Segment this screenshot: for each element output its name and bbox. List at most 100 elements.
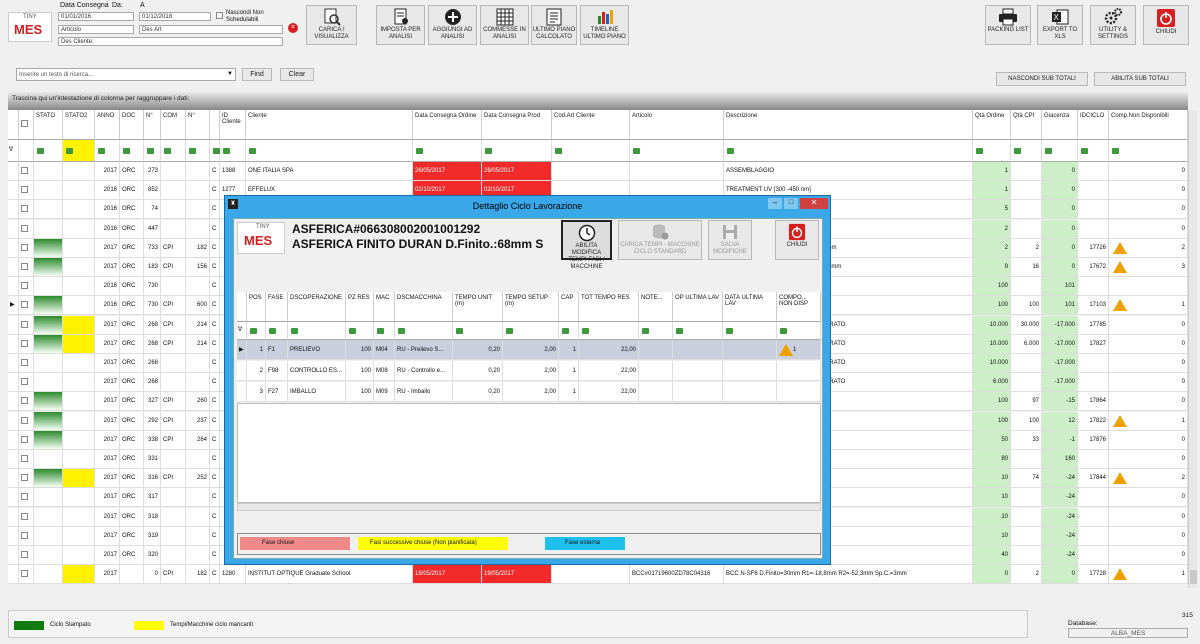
table-cell[interactable]: 2017	[95, 450, 120, 469]
cycle-cell[interactable]	[639, 361, 673, 381]
table-cell[interactable]	[34, 200, 63, 220]
table-cell[interactable]: 0	[1109, 392, 1188, 412]
table-cell[interactable]: 1	[973, 181, 1011, 201]
table-cell[interactable]	[63, 238, 95, 258]
table-cell[interactable]: ORC	[120, 296, 144, 316]
cycle-cell[interactable]: M09	[374, 382, 395, 402]
cycle-cell[interactable]: IMBALLO	[288, 382, 346, 402]
table-cell[interactable]: 26/05/2017	[482, 162, 552, 181]
table-cell[interactable]	[1078, 162, 1109, 181]
table-cell[interactable]	[8, 430, 19, 450]
table-cell[interactable]: C	[210, 277, 220, 297]
table-cell[interactable]: 600	[186, 296, 210, 316]
table-cell[interactable]	[8, 469, 19, 489]
cycle-cell[interactable]	[673, 382, 723, 402]
table-cell[interactable]: 0	[144, 565, 161, 585]
table-cell[interactable]: 17672	[1078, 258, 1109, 277]
cycle-filter-cell[interactable]	[673, 322, 723, 340]
table-cell[interactable]	[8, 258, 19, 277]
table-cell[interactable]	[1078, 354, 1109, 373]
filter-cell[interactable]	[144, 140, 161, 162]
table-cell[interactable]: 10.000	[973, 315, 1011, 335]
salva-modifiche-button[interactable]: SALVA MODIFICHE	[708, 220, 752, 260]
table-cell[interactable]: 30.000	[1011, 315, 1042, 335]
dialog-close-button[interactable]: ✕	[800, 198, 828, 209]
filter-cell[interactable]	[1078, 140, 1109, 162]
table-cell[interactable]	[8, 315, 19, 335]
table-cell[interactable]	[19, 334, 34, 354]
table-cell[interactable]: 2017	[95, 565, 120, 585]
table-cell[interactable]: 17864	[1078, 392, 1109, 412]
table-cell[interactable]: 0	[1042, 219, 1078, 239]
cycle-filter-cell[interactable]	[723, 322, 777, 340]
clear-button[interactable]: Clear	[280, 68, 314, 81]
table-cell[interactable]: 101	[1042, 296, 1078, 316]
table-cell[interactable]: 214	[186, 315, 210, 335]
table-cell[interactable]: 320	[144, 546, 161, 565]
table-cell[interactable]	[161, 181, 186, 201]
table-cell[interactable]	[19, 354, 34, 373]
select-all-checkbox[interactable]	[21, 120, 28, 127]
filter-cell[interactable]: ∇	[8, 140, 19, 162]
row-checkbox[interactable]	[21, 435, 28, 443]
table-cell[interactable]	[186, 219, 210, 239]
cycle-cell[interactable]: 2	[247, 361, 266, 381]
date-from-field[interactable]: 01/01/2016	[58, 12, 134, 21]
filter-cell[interactable]	[552, 140, 630, 162]
col-header-7[interactable]: COM	[161, 110, 186, 140]
table-cell[interactable]: CPI	[161, 258, 186, 277]
row-checkbox[interactable]	[21, 512, 28, 520]
table-cell[interactable]	[63, 354, 95, 373]
table-cell[interactable]: ▶	[8, 296, 19, 316]
table-cell[interactable]: 2017	[95, 526, 120, 546]
table-cell[interactable]: 10	[973, 488, 1011, 508]
cycle-cell[interactable]: F1	[266, 340, 288, 360]
table-cell[interactable]: 319	[144, 526, 161, 546]
chiudi-button[interactable]: CHIUDI	[1143, 5, 1189, 45]
table-cell[interactable]: 268	[144, 315, 161, 335]
cycle-col-header-9[interactable]: CAP	[559, 292, 579, 322]
cycle-cell[interactable]: 100	[346, 340, 374, 360]
row-checkbox[interactable]	[21, 474, 28, 482]
table-cell[interactable]: BCC#01719600ZD78C04316	[630, 565, 724, 585]
table-cell[interactable]	[1078, 200, 1109, 220]
imposta-analisi-button[interactable]: IMPOSTA PER ANALISI	[376, 5, 425, 45]
table-cell[interactable]: 10.000	[973, 354, 1011, 373]
table-cell[interactable]	[186, 507, 210, 527]
table-cell[interactable]: 26/05/2017	[413, 162, 482, 181]
table-cell[interactable]: 17103	[1078, 296, 1109, 316]
table-cell[interactable]	[34, 162, 63, 181]
table-cell[interactable]	[19, 488, 34, 508]
table-cell[interactable]	[19, 469, 34, 489]
table-cell[interactable]: -24	[1042, 488, 1078, 508]
cycle-cell[interactable]	[777, 361, 821, 381]
utility-settings-button[interactable]: UTILITY & SETTINGS	[1090, 5, 1136, 45]
cycle-col-header-2[interactable]: FASE	[266, 292, 288, 322]
filter-cell[interactable]	[95, 140, 120, 162]
table-cell[interactable]	[34, 238, 63, 258]
cycle-cell[interactable]: 0,20	[453, 361, 503, 381]
table-cell[interactable]	[8, 219, 19, 239]
table-cell[interactable]	[1011, 507, 1042, 527]
col-header-17[interactable]: Qtà Ordine	[973, 110, 1011, 140]
table-cell[interactable]: 6.000	[973, 373, 1011, 393]
cycle-cell[interactable]	[723, 340, 777, 360]
table-cell[interactable]: 50	[973, 430, 1011, 450]
table-cell[interactable]	[1011, 373, 1042, 393]
table-cell[interactable]: 100	[973, 277, 1011, 297]
table-cell[interactable]: C	[210, 334, 220, 354]
table-cell[interactable]: 1	[973, 162, 1011, 181]
carica-tempi-button[interactable]: CARICA TEMPI - MACCHINE CICLO STANDARD	[618, 220, 702, 260]
table-cell[interactable]: -15	[1042, 392, 1078, 412]
cycle-col-header-12[interactable]: OP ULTIMA LAV	[673, 292, 723, 322]
table-cell[interactable]	[34, 315, 63, 335]
table-cell[interactable]: ORC	[120, 392, 144, 412]
table-cell[interactable]: 264	[186, 430, 210, 450]
cycle-col-header-14[interactable]: COMPO... NON DISP	[777, 292, 821, 322]
table-cell[interactable]: ORC	[120, 469, 144, 489]
table-cell[interactable]: 2017	[95, 354, 120, 373]
filter-cell[interactable]	[482, 140, 552, 162]
col-header-15[interactable]: Articolo	[630, 110, 724, 140]
table-cell[interactable]	[1011, 219, 1042, 239]
row-checkbox[interactable]	[21, 205, 28, 213]
